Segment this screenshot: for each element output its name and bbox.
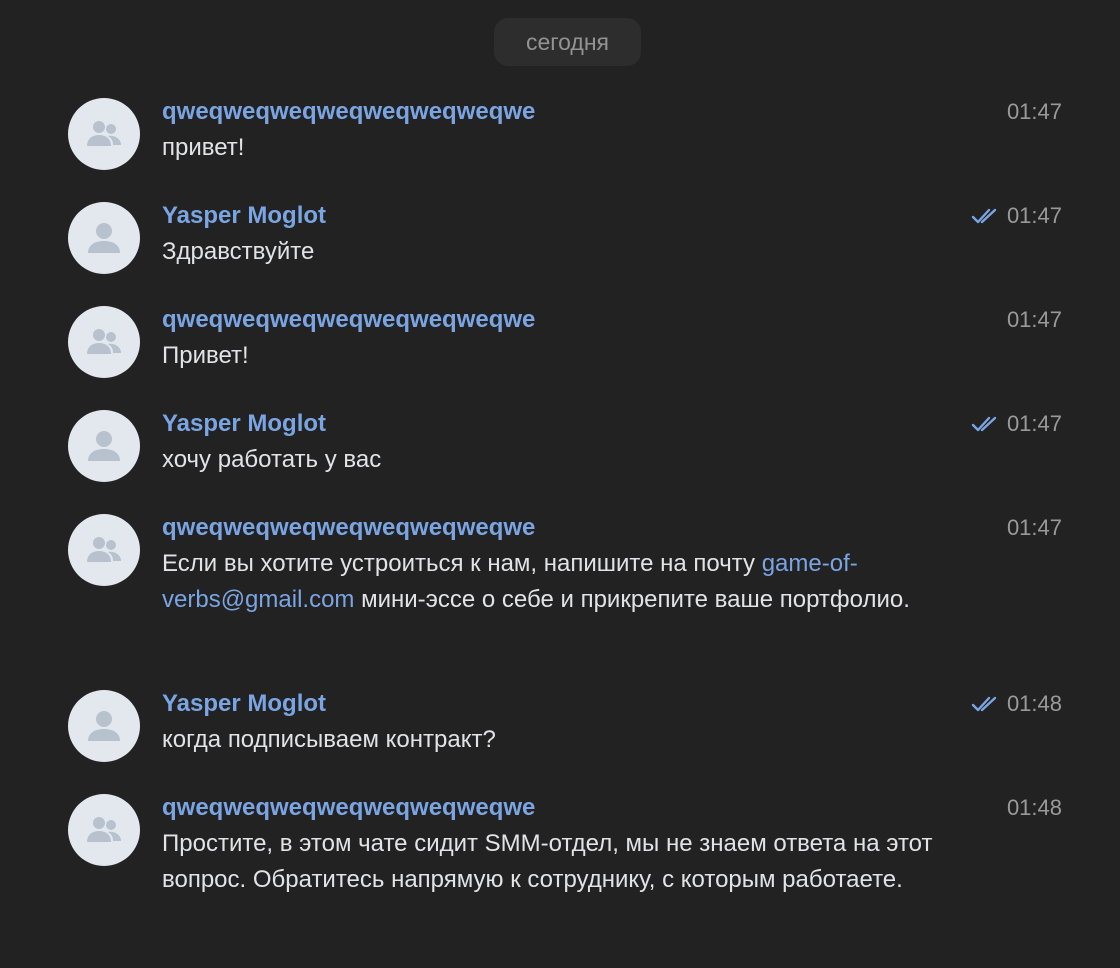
group-icon (87, 329, 121, 354)
double-check-icon (971, 695, 1001, 713)
message-author[interactable]: Yasper Moglot (162, 410, 972, 438)
message-author[interactable]: qweqweqweqweqweqweqweqwe (162, 306, 972, 334)
avatar[interactable] (68, 306, 140, 378)
message-author[interactable]: qweqweqweqweqweqweqweqwe (162, 514, 972, 542)
avatar[interactable] (68, 98, 140, 170)
group-icon (87, 121, 121, 146)
message-time: 01:48 (1006, 691, 1062, 716)
message-text: Простите, в этом чате сидит SMM-отдел, м… (162, 830, 933, 893)
message-author[interactable]: qweqweqweqweqweqweqweqwe (162, 794, 972, 822)
avatar[interactable] (68, 514, 140, 586)
message-text: хочу работать у вас (162, 446, 382, 473)
message-text: Если вы хотите устроиться к нам, напишит… (162, 546, 972, 618)
message-author[interactable]: Yasper Moglot (162, 202, 972, 230)
user-icon (88, 431, 120, 461)
message-text: привет! (162, 134, 245, 161)
user-icon (88, 223, 120, 253)
group-icon (87, 817, 121, 842)
double-check-icon (971, 415, 1001, 433)
message-text-before: Если вы хотите устроиться к нам, напишит… (162, 550, 762, 577)
message-text: когда подписываем контракт? (162, 726, 496, 753)
date-separator: сегодня (494, 18, 641, 66)
double-check-icon (971, 207, 1001, 225)
message-text: Привет! (162, 342, 249, 369)
group-icon (87, 537, 121, 562)
avatar[interactable] (68, 794, 140, 866)
message-time: 01:47 (1006, 203, 1062, 228)
message-time: 01:47 (1006, 307, 1062, 332)
message-time: 01:47 (1006, 411, 1062, 436)
message-time: 01:48 (1006, 795, 1062, 820)
message-time: 01:47 (1006, 99, 1062, 124)
message-time: 01:47 (1006, 515, 1062, 540)
message-author[interactable]: Yasper Moglot (162, 690, 972, 718)
message-text-after: мини-эссе о себе и прикрепите ваше портф… (354, 586, 910, 613)
avatar[interactable] (68, 410, 140, 482)
message-text: Здравствуйте (162, 238, 315, 265)
avatar[interactable] (68, 690, 140, 762)
message-author[interactable]: qweqweqweqweqweqweqweqwe (162, 98, 972, 126)
avatar[interactable] (68, 202, 140, 274)
user-icon (88, 711, 120, 741)
chat-history: сегодня qweqweqweqweqweqweqweqwe привет!… (0, 0, 1120, 968)
